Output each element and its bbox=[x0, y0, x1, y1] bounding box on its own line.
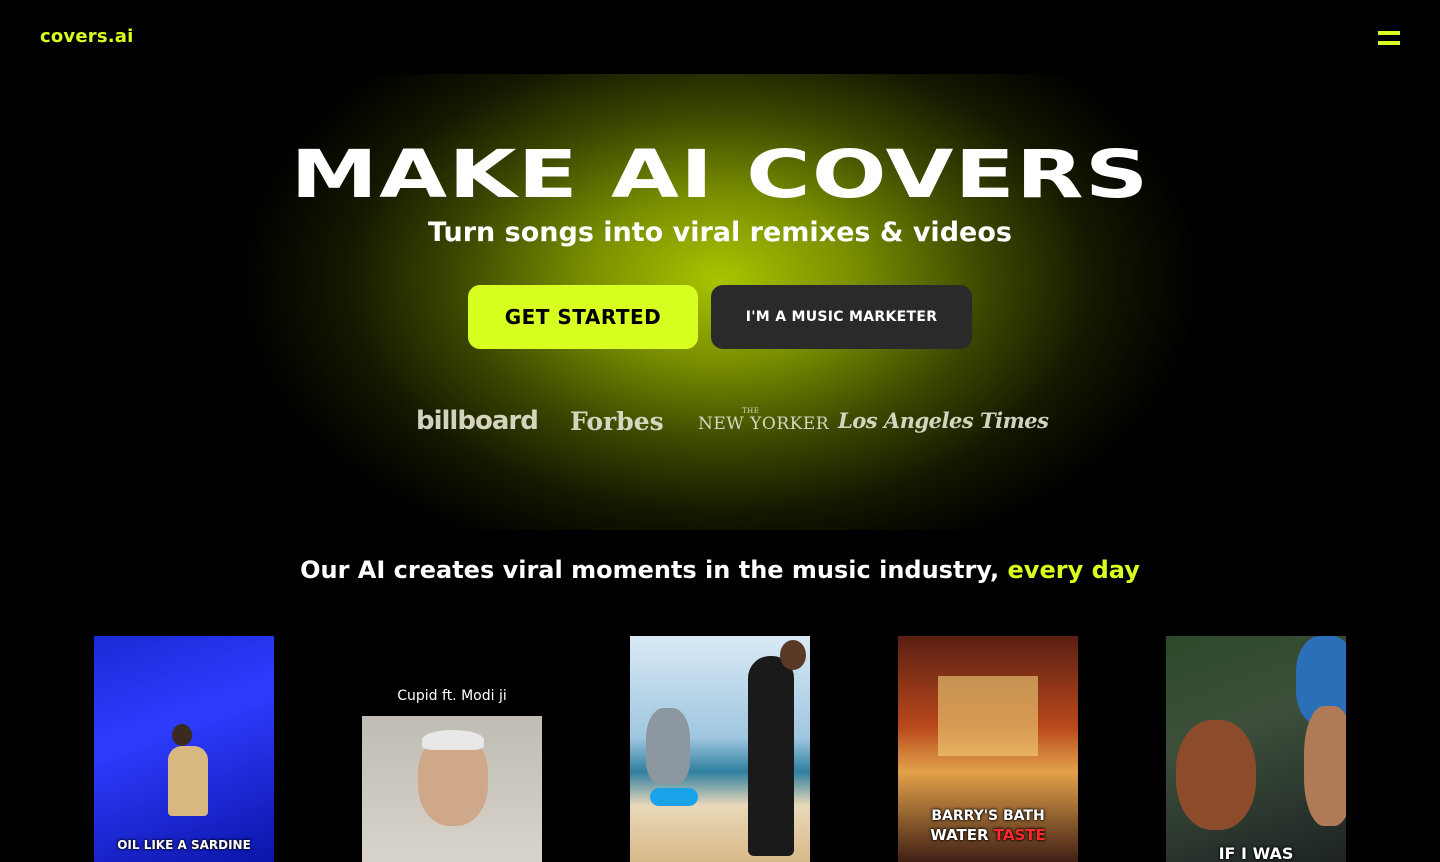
hero-section: MAKE AI COVERS Turn songs into viral rem… bbox=[0, 74, 1440, 530]
tagline-accent: every day bbox=[1007, 556, 1140, 584]
stage-light bbox=[938, 676, 1038, 756]
video-card-5[interactable]: IF I WAS bbox=[1166, 636, 1346, 862]
billboard-logo: billboard bbox=[416, 406, 539, 436]
shoe-figure bbox=[650, 788, 698, 806]
site-logo[interactable]: covers.ai bbox=[40, 26, 134, 47]
hero-subtitle: Turn songs into viral remixes & videos bbox=[428, 217, 1012, 248]
video-caption-line1: BARRY'S BATH bbox=[931, 808, 1045, 824]
tagline-main: Our AI creates viral moments in the musi… bbox=[300, 556, 1008, 584]
man-figure bbox=[748, 656, 794, 856]
top-nav: covers.ai bbox=[0, 0, 1440, 74]
shark-figure bbox=[646, 708, 690, 784]
tagline: Our AI creates viral moments in the musi… bbox=[0, 556, 1440, 584]
new-yorker-wordmark: NEW YORKER bbox=[698, 414, 830, 434]
man-head bbox=[780, 640, 806, 670]
la-times-logo: Los Angeles Times bbox=[838, 408, 1049, 433]
video-card-4[interactable]: BARRY'S BATH WATER TASTE bbox=[898, 636, 1078, 862]
get-started-button[interactable]: GET STARTED bbox=[468, 285, 698, 349]
person-hair bbox=[422, 730, 484, 750]
video-caption-line2: WATER TASTE bbox=[898, 826, 1078, 844]
singer-figure bbox=[168, 746, 208, 816]
second-face bbox=[1304, 706, 1346, 826]
caption-white: WATER bbox=[930, 826, 994, 844]
menu-bar-top bbox=[1378, 31, 1400, 35]
video-caption: Cupid ft. Modi ji bbox=[397, 688, 507, 704]
person-face bbox=[1176, 720, 1256, 830]
singer-head bbox=[172, 724, 192, 746]
video-caption: IF I WAS bbox=[1218, 844, 1294, 862]
video-caption: OIL LIKE A SARDINE bbox=[117, 838, 251, 852]
hero-title: MAKE AI COVERS bbox=[290, 136, 1150, 213]
music-marketer-button[interactable]: I'M A MUSIC MARKETER bbox=[711, 285, 972, 349]
video-card-2[interactable]: Cupid ft. Modi ji bbox=[362, 636, 542, 862]
new-yorker-the: THE bbox=[742, 407, 760, 415]
video-card-3[interactable] bbox=[630, 636, 810, 862]
caption-red: TASTE bbox=[993, 826, 1046, 844]
video-card-1[interactable]: OIL LIKE A SARDINE bbox=[94, 636, 274, 862]
hamburger-menu-icon[interactable] bbox=[1378, 31, 1400, 45]
new-yorker-logo: THE NEW YORKER bbox=[698, 407, 830, 454]
menu-bar-bottom bbox=[1378, 41, 1400, 45]
forbes-logo: Forbes bbox=[570, 407, 664, 436]
